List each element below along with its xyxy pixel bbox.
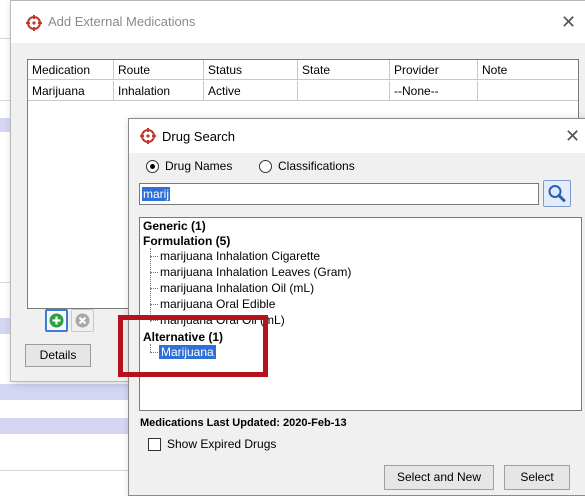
drug-search-title: Drug Search — [162, 129, 235, 144]
tree-connector — [150, 304, 158, 305]
remove-medication-button[interactable] — [71, 309, 94, 332]
tree-item-formulation[interactable]: marijuana Inhalation Oil (mL) — [160, 281, 314, 295]
drug-names-radio[interactable] — [146, 160, 159, 173]
tree-item-formulation[interactable]: marijuana Inhalation Cigarette — [160, 249, 320, 263]
col-header-status[interactable]: Status — [204, 60, 298, 80]
search-button[interactable] — [543, 180, 571, 207]
add-medication-button[interactable] — [45, 309, 68, 332]
tree-connector — [150, 256, 158, 257]
col-header-provider[interactable]: Provider — [390, 60, 478, 80]
table-cell-medication[interactable]: Marijuana — [28, 81, 114, 101]
drug-names-label[interactable]: Drug Names — [165, 159, 232, 173]
tree-connector — [150, 272, 158, 273]
tree-item-formulation[interactable]: marijuana Oral Edible — [160, 297, 275, 311]
outer-close-icon[interactable]: ✕ — [561, 13, 576, 31]
background-band — [0, 418, 128, 434]
drug-search-input[interactable]: marij — [139, 183, 539, 205]
drug-search-dialog: Drug Search ✕ Drug Names Classifications… — [128, 118, 585, 496]
table-cell-provider[interactable]: --None-- — [390, 81, 478, 101]
outer-dialog-title: Add External Medications — [48, 14, 196, 29]
search-icon — [548, 185, 566, 202]
col-header-medication[interactable]: Medication — [28, 60, 114, 80]
table-cell-note[interactable] — [478, 81, 578, 101]
tree-item-formulation[interactable]: marijuana Inhalation Leaves (Gram) — [160, 265, 351, 279]
classifications-label[interactable]: Classifications — [278, 159, 355, 173]
app-crosshair-icon — [26, 15, 42, 31]
select-button[interactable]: Select — [504, 465, 570, 490]
annotation-highlight-box — [118, 315, 268, 377]
details-button[interactable]: Details — [25, 344, 91, 367]
show-expired-label[interactable]: Show Expired Drugs — [167, 437, 276, 451]
col-header-note[interactable]: Note — [478, 60, 578, 80]
table-cell-state[interactable] — [298, 81, 390, 101]
tree-connector — [150, 288, 158, 289]
remove-circle-icon — [75, 313, 90, 328]
tree-group-formulation[interactable]: Formulation (5) — [143, 234, 230, 248]
select-and-new-button[interactable]: Select and New — [384, 465, 494, 490]
tree-group-generic[interactable]: Generic (1) — [143, 219, 206, 233]
drug-results-tree: Generic (1) Formulation (5) marijuana In… — [139, 217, 582, 411]
background-line — [0, 470, 128, 471]
drug-search-close-icon[interactable]: ✕ — [565, 127, 580, 145]
background-band — [0, 384, 128, 400]
drug-search-titlebar: Drug Search ✕ — [129, 119, 585, 153]
app-crosshair-icon — [140, 128, 156, 144]
last-updated-label: Medications Last Updated: 2020-Feb-13 — [140, 417, 347, 429]
col-header-state[interactable]: State — [298, 60, 390, 80]
table-cell-route[interactable]: Inhalation — [114, 81, 204, 101]
classifications-radio[interactable] — [259, 160, 272, 173]
outer-titlebar: Add External Medications ✕ — [11, 1, 585, 43]
plus-circle-icon — [49, 313, 64, 328]
search-input-value: marij — [142, 187, 170, 201]
table-cell-status[interactable]: Active — [204, 81, 298, 101]
col-header-route[interactable]: Route — [114, 60, 204, 80]
tree-connector — [150, 248, 151, 322]
show-expired-checkbox[interactable] — [148, 438, 161, 451]
